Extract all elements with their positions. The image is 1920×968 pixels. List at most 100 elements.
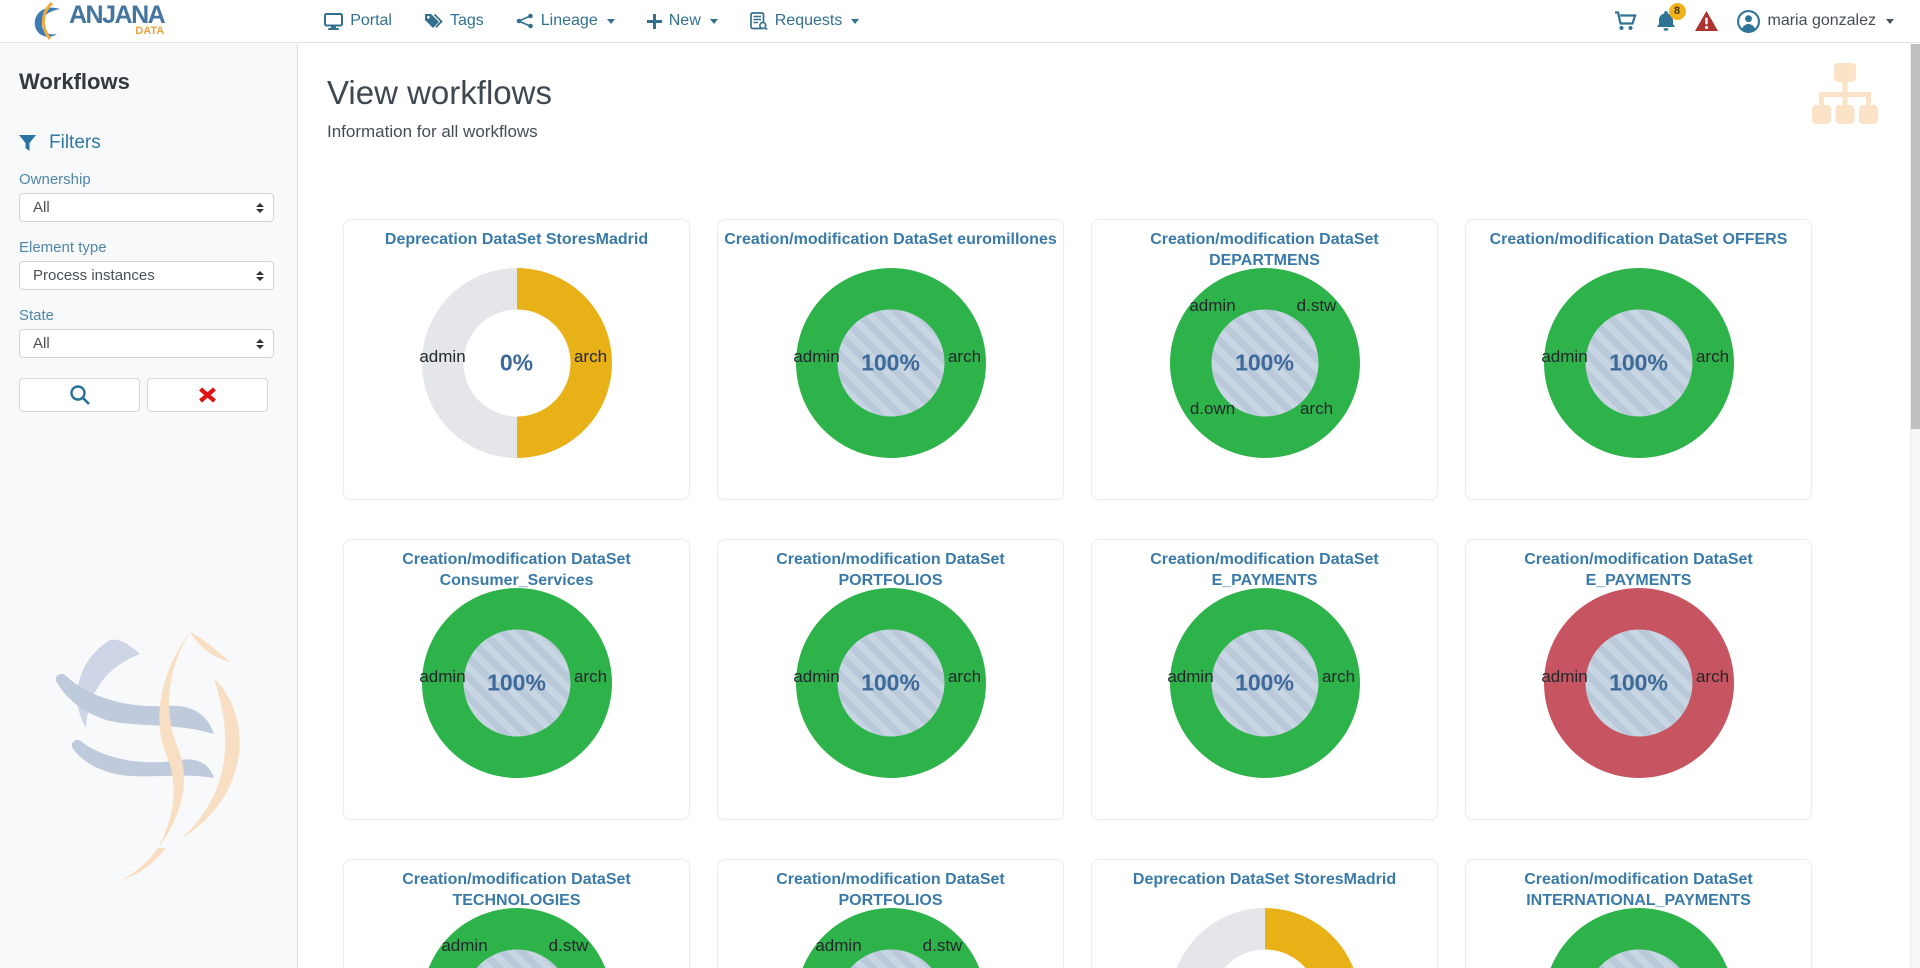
workflow-card[interactable]: Creation/modification DataSet PORTFOLIOS…	[717, 539, 1064, 820]
role-label: arch	[948, 667, 981, 687]
workflow-card[interactable]: Creation/modification DataSet INTERNATIO…	[1465, 859, 1812, 968]
donut-chart: 100% admin arch	[1170, 588, 1360, 778]
user-name: maria gonzalez	[1768, 12, 1877, 30]
donut-center: 100%	[463, 629, 570, 736]
chevron-down-icon	[710, 19, 718, 24]
donut-center: 100%	[837, 629, 944, 736]
percent-value: 0%	[500, 349, 533, 376]
workflow-card[interactable]: Creation/modification DataSet DEPARTMENS…	[1091, 219, 1438, 500]
workflow-card-title[interactable]: Creation/modification DataSet INTERNATIO…	[1466, 870, 1811, 912]
brand-subtitle: DATA	[135, 27, 164, 36]
cart-button[interactable]	[1614, 11, 1637, 31]
nav-item-lineage[interactable]: Lineage	[516, 12, 615, 30]
filter-label-ownership: Ownership	[19, 171, 280, 188]
percent-value: 100%	[1609, 349, 1668, 376]
workflow-card[interactable]: Deprecation DataSet StoresMadrid0%admina…	[1091, 859, 1438, 968]
alerts-button[interactable]	[1695, 11, 1718, 31]
workflow-card[interactable]: Creation/modification DataSet Consumer_S…	[343, 539, 690, 820]
workflow-card-title[interactable]: Creation/modification DataSet E_PAYMENTS	[1092, 550, 1437, 592]
nav-item-portal[interactable]: Portal	[324, 12, 392, 30]
nav-item-label: Tags	[450, 12, 484, 30]
workflow-card[interactable]: Creation/modification DataSet euromillon…	[717, 219, 1064, 500]
workflow-card-title[interactable]: Creation/modification DataSet PORTFOLIOS	[718, 870, 1063, 912]
filter-icon	[19, 135, 36, 151]
nav-item-requests[interactable]: Requests	[750, 12, 860, 30]
nav-item-tags[interactable]: Tags	[424, 12, 484, 30]
search-button[interactable]	[19, 378, 140, 412]
role-label: admin	[1541, 667, 1587, 687]
sidebar: Workflows Filters OwnershipAllElement ty…	[0, 44, 298, 968]
clear-filters-button[interactable]	[147, 378, 268, 412]
percent-value: 100%	[1235, 669, 1294, 696]
role-label: admin	[815, 936, 861, 956]
role-label: arch	[574, 667, 607, 687]
workflow-card-title[interactable]: Creation/modification DataSet PORTFOLIOS	[718, 550, 1063, 592]
role-label: arch	[1696, 667, 1729, 687]
hierarchy-icon	[1812, 63, 1878, 125]
filter-state-select[interactable]: All	[19, 329, 274, 358]
workflow-card[interactable]: Creation/modification DataSet OFFERS 100%…	[1465, 219, 1812, 500]
app-logo[interactable]: ANJANA DATA	[30, 2, 164, 40]
role-label: arch	[948, 347, 981, 367]
workflow-card-title[interactable]: Deprecation DataSet StoresMadrid	[344, 230, 689, 251]
workflow-card-title[interactable]: Creation/modification DataSet DEPARTMENS	[1092, 230, 1437, 272]
workflow-card-title[interactable]: Creation/modification DataSet OFFERS	[1466, 230, 1811, 251]
workflow-card[interactable]: Creation/modification DataSet PORTFOLIOS…	[717, 859, 1064, 968]
role-label: admin	[793, 667, 839, 687]
warning-triangle-icon	[1695, 11, 1718, 31]
workflow-card[interactable]: Deprecation DataSet StoresMadrid0%admina…	[343, 219, 690, 500]
role-label: arch	[1322, 667, 1355, 687]
notifications-button[interactable]: 8	[1656, 11, 1676, 32]
workflow-card[interactable]: Creation/modification DataSet TECHNOLOGI…	[343, 859, 690, 968]
role-label: admin	[1167, 667, 1213, 687]
role-label: admin	[793, 347, 839, 367]
nav-item-label: Requests	[775, 12, 843, 30]
filter-ownership-select[interactable]: All	[19, 193, 274, 222]
notifications-badge: 8	[1669, 3, 1686, 20]
percent-value: 100%	[861, 349, 920, 376]
workflow-card[interactable]: Creation/modification DataSet E_PAYMENTS…	[1465, 539, 1812, 820]
nav-item-label: Portal	[350, 12, 392, 30]
filter-element-type-select[interactable]: Process instances	[19, 261, 274, 290]
brand-name: ANJANA	[69, 5, 164, 26]
donut-center: 100%	[1585, 309, 1692, 416]
nav-item-new[interactable]: New	[647, 12, 718, 30]
workflow-card-title[interactable]: Creation/modification DataSet E_PAYMENTS	[1466, 550, 1811, 592]
role-label: d.stw	[1297, 296, 1337, 316]
role-label: admin	[419, 347, 465, 367]
workflow-grid: Deprecation DataSet StoresMadrid 0% admin a…	[343, 219, 1910, 968]
chevron-down-icon	[851, 19, 859, 24]
workflow-card[interactable]: Creation/modification DataSet E_PAYMENTS…	[1091, 539, 1438, 820]
select-value: All	[33, 335, 50, 352]
donut-chart: 100% admin arch	[796, 588, 986, 778]
filter-fields: OwnershipAllElement typeProcess instance…	[19, 171, 280, 358]
donut-center: 100%	[1585, 629, 1692, 736]
donut-chart: 100%adminarch	[1544, 908, 1734, 968]
role-label: admin	[1189, 296, 1235, 316]
donut-chart: 0%adminarch	[422, 268, 612, 458]
role-label: admin	[419, 667, 465, 687]
percent-value: 100%	[861, 669, 920, 696]
select-updown-icon	[256, 203, 264, 213]
donut-chart: 100% admin arch	[796, 268, 986, 458]
workflow-card-title[interactable]: Creation/modification DataSet Consumer_S…	[344, 550, 689, 592]
workflow-card-title[interactable]: Deprecation DataSet StoresMadrid	[1092, 870, 1437, 891]
page-title: View workflows	[327, 74, 1910, 112]
role-label: admin	[1541, 347, 1587, 367]
vertical-scrollbar[interactable]	[1910, 44, 1920, 968]
workflow-card-title[interactable]: Creation/modification DataSet TECHNOLOGI…	[344, 870, 689, 912]
tags-icon	[424, 13, 443, 30]
role-label: arch	[1300, 399, 1333, 419]
donut-center: 100%	[837, 309, 944, 416]
donut-chart: 100%admind.stw	[796, 908, 986, 968]
percent-value: 100%	[487, 669, 546, 696]
chevron-down-icon	[607, 19, 615, 24]
role-label: d.stw	[923, 936, 963, 956]
workflow-card-title[interactable]: Creation/modification DataSet euromillon…	[718, 230, 1063, 251]
plus-icon	[647, 14, 662, 29]
percent-value: 100%	[1235, 349, 1294, 376]
user-menu[interactable]: maria gonzalez	[1737, 10, 1895, 33]
scrollbar-thumb[interactable]	[1911, 44, 1920, 429]
select-value: All	[33, 199, 50, 216]
user-icon	[1737, 10, 1760, 33]
